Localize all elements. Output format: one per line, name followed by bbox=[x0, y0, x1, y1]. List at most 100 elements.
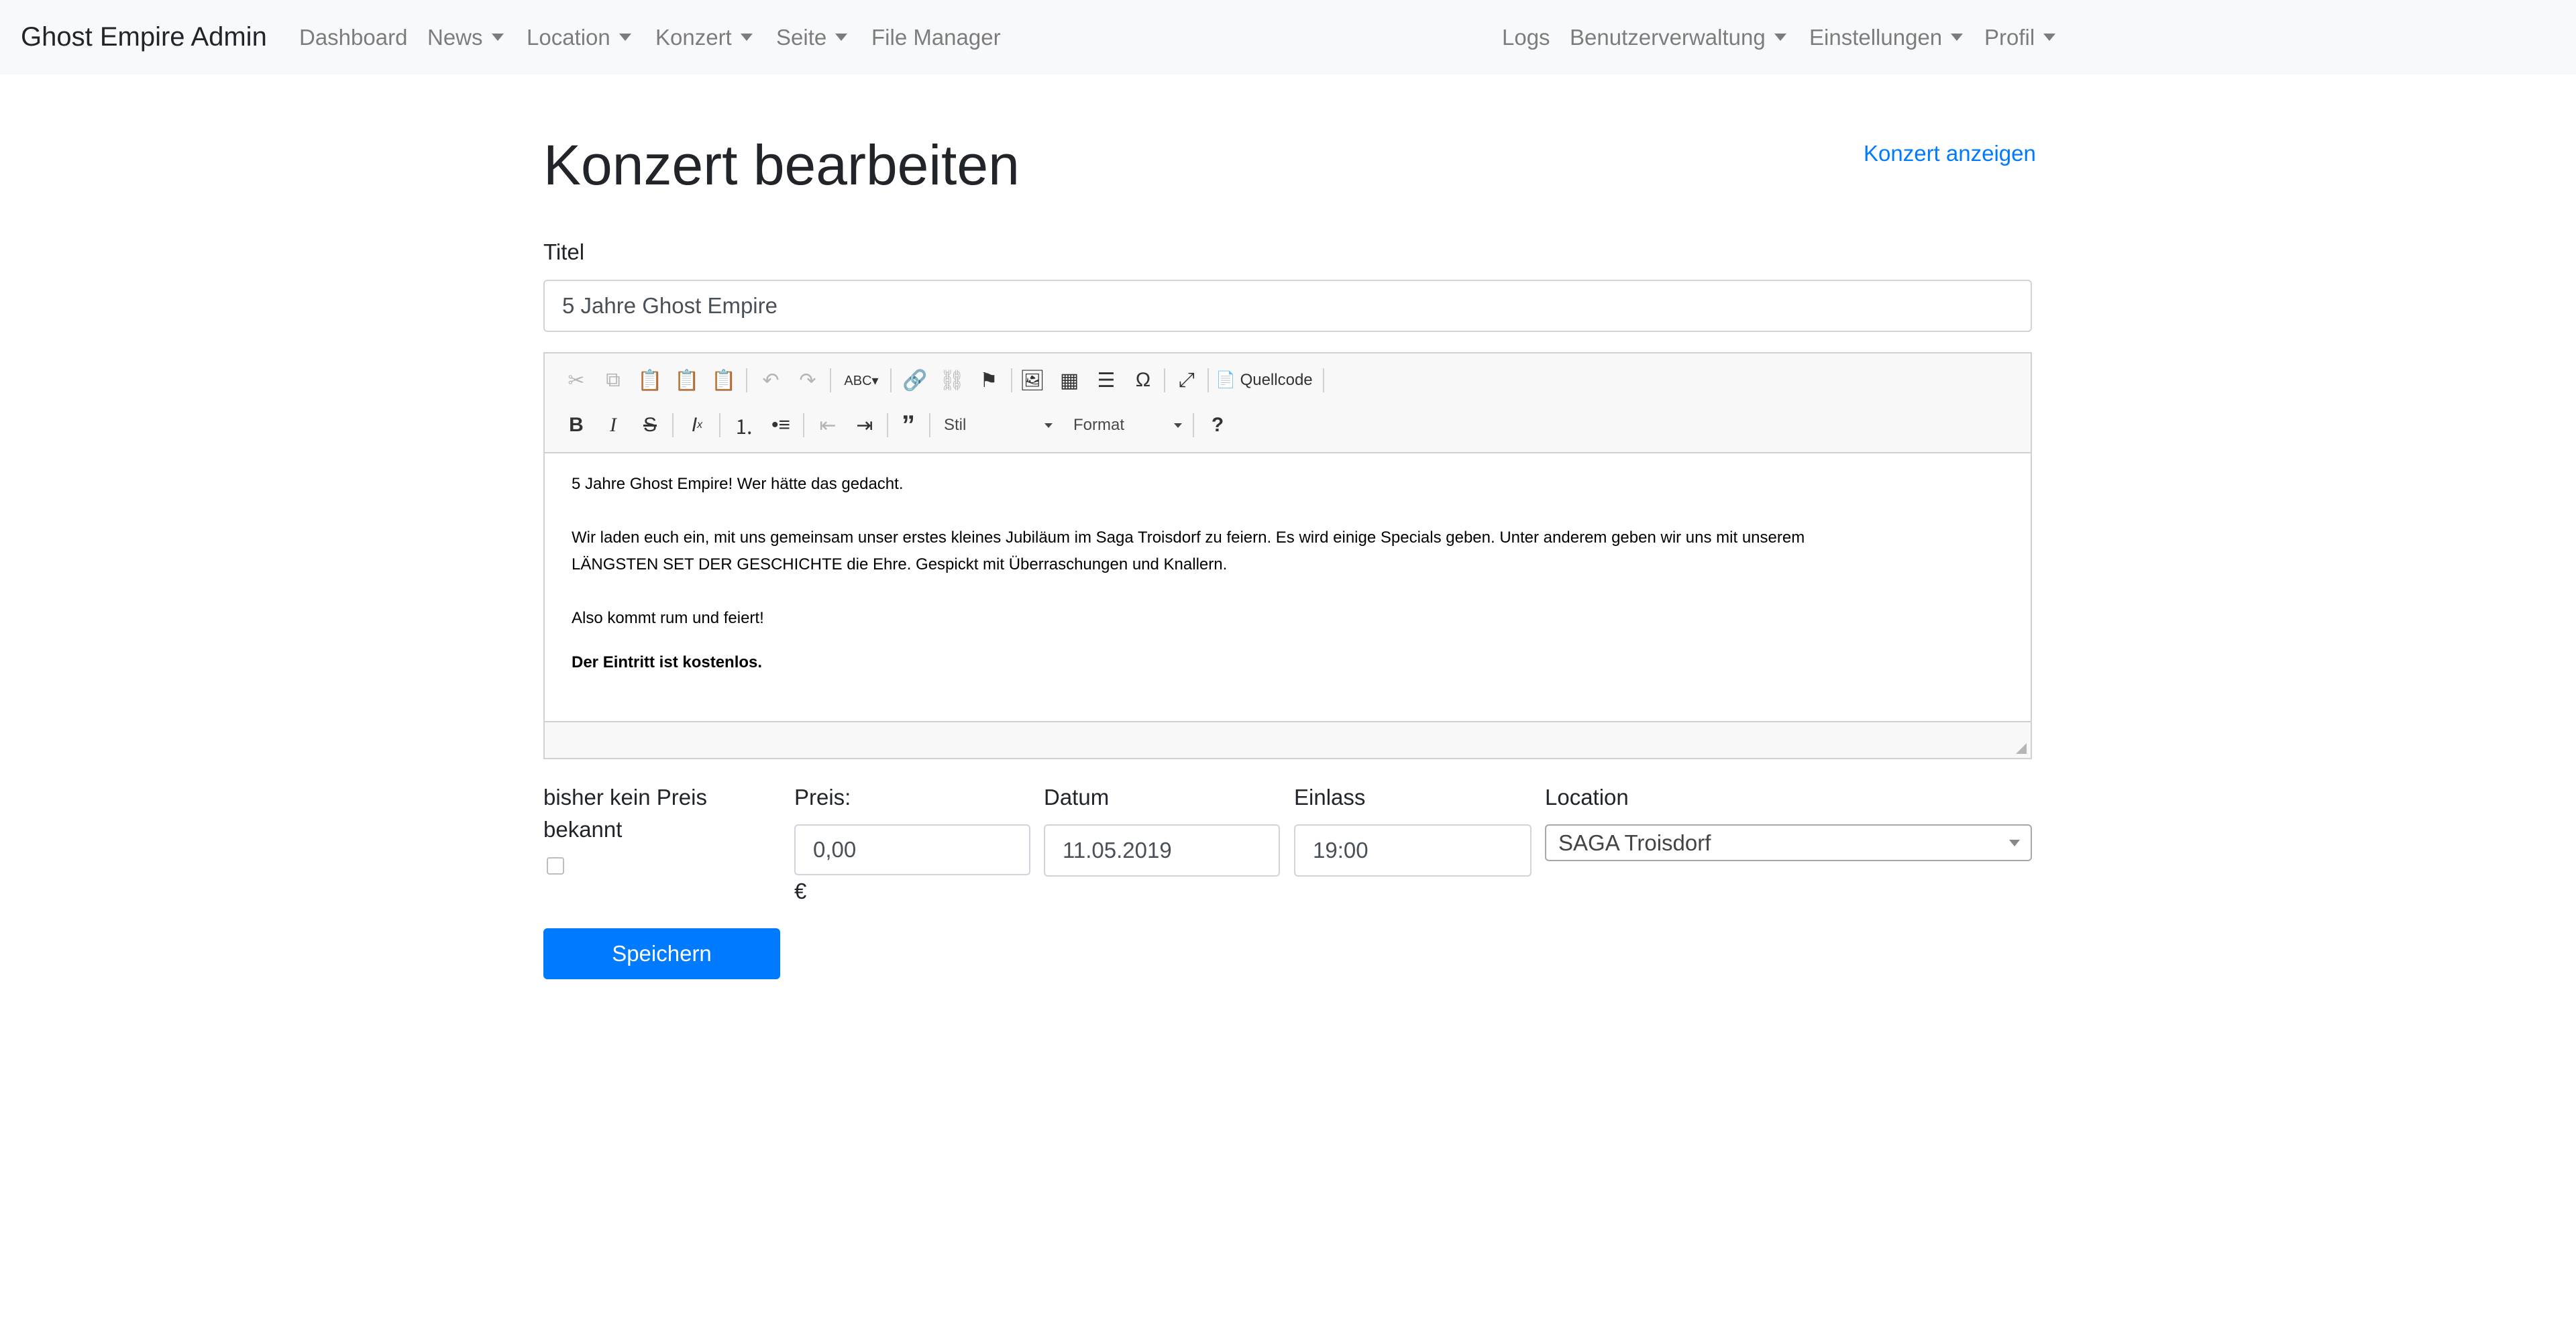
admission-time-input[interactable]: 19:00 bbox=[1294, 824, 1532, 877]
image-icon[interactable]: 🖼 bbox=[1016, 364, 1049, 397]
toolbar-separator bbox=[746, 368, 747, 392]
blockquote-icon[interactable]: ” bbox=[892, 408, 925, 442]
unlink-icon[interactable]: ⛓ bbox=[935, 364, 969, 397]
paste-word-icon[interactable]: 📋 bbox=[707, 364, 741, 397]
toolbar-separator bbox=[890, 368, 892, 392]
nav-dashboard[interactable]: Dashboard bbox=[299, 0, 407, 74]
nav-profil-dropdown[interactable]: Profil bbox=[1984, 0, 2056, 74]
no-price-checkbox[interactable] bbox=[547, 857, 564, 875]
editor-status-bar bbox=[545, 721, 2031, 758]
nav-location-label: Location bbox=[527, 25, 610, 50]
toolbar-separator bbox=[1323, 368, 1324, 392]
special-char-icon[interactable]: Ω bbox=[1126, 364, 1160, 397]
nav-file-manager[interactable]: File Manager bbox=[871, 0, 1001, 74]
nav-konzert-label: Konzert bbox=[655, 25, 732, 50]
nav-benutzerverwaltung-dropdown[interactable]: Benutzerverwaltung bbox=[1570, 0, 1786, 74]
nav-logs-label: Logs bbox=[1502, 25, 1550, 50]
toolbar-separator bbox=[719, 413, 720, 437]
numbered-list-icon[interactable]: ⒈ bbox=[727, 408, 761, 442]
style-dropdown[interactable]: Stil bbox=[937, 408, 1058, 442]
price-input[interactable]: 0,00 bbox=[794, 824, 1030, 875]
table-icon[interactable]: ▦ bbox=[1053, 364, 1086, 397]
date-input[interactable]: 11.05.2019 bbox=[1044, 824, 1280, 877]
chevron-down-icon bbox=[1174, 423, 1182, 428]
chevron-down-icon bbox=[2009, 840, 2020, 846]
nav-news-dropdown[interactable]: News bbox=[427, 0, 504, 74]
page-title: Konzert bearbeiten bbox=[543, 133, 1020, 197]
format-dropdown[interactable]: Format bbox=[1067, 408, 1187, 442]
toolbar-separator bbox=[672, 413, 674, 437]
price-label: Preis: bbox=[794, 785, 851, 810]
caret-down-icon bbox=[619, 33, 631, 41]
caret-down-icon bbox=[1774, 33, 1786, 41]
nav-konzert-dropdown[interactable]: Konzert bbox=[655, 0, 753, 74]
source-icon: 📄 bbox=[1216, 371, 1240, 389]
title-label: Titel bbox=[543, 239, 585, 264]
save-button[interactable]: Speichern bbox=[543, 928, 780, 979]
bold-icon[interactable]: B bbox=[559, 408, 593, 442]
italic-icon[interactable]: I bbox=[596, 408, 630, 442]
remove-format-icon[interactable]: Ix bbox=[680, 408, 714, 442]
no-price-label-continued: bekannt bbox=[543, 817, 623, 842]
help-icon[interactable]: ? bbox=[1201, 408, 1234, 442]
indent-icon[interactable]: ⇥ bbox=[848, 408, 881, 442]
rich-text-editor: ✂ ⧉ 📋 📋 📋 ↶ ↷ ABC▾ 🔗 ⛓ ⚑ 🖼 ▦ ☰ Ω ⤢ 📄 Que… bbox=[543, 352, 2032, 759]
caret-down-icon bbox=[835, 33, 848, 41]
nav-benutzerverwaltung-label: Benutzerverwaltung bbox=[1570, 25, 1766, 50]
chevron-down-icon bbox=[1044, 423, 1053, 428]
format-dropdown-label: Format bbox=[1073, 416, 1125, 434]
location-select-value: SAGA Troisdorf bbox=[1558, 830, 1711, 855]
caret-down-icon bbox=[1951, 33, 1964, 41]
toolbar-separator bbox=[830, 368, 831, 392]
resize-handle-icon[interactable] bbox=[2016, 743, 2027, 754]
nav-dashboard-label: Dashboard bbox=[299, 25, 408, 50]
paste-icon[interactable]: 📋 bbox=[633, 364, 667, 397]
source-label: Quellcode bbox=[1240, 371, 1313, 389]
link-icon[interactable]: 🔗 bbox=[898, 364, 932, 397]
editor-paragraph: LÄNGSTEN SET DER GESCHICHTE die Ehre. Ge… bbox=[572, 555, 1228, 573]
style-dropdown-label: Stil bbox=[944, 416, 967, 434]
brand-link[interactable]: Ghost Empire Admin bbox=[21, 0, 267, 74]
cut-icon[interactable]: ✂ bbox=[559, 364, 593, 397]
toolbar-separator bbox=[887, 413, 888, 437]
title-input[interactable]: 5 Jahre Ghost Empire bbox=[543, 280, 2032, 332]
editor-paragraph-bold: Der Eintritt ist kostenlos. bbox=[572, 653, 763, 671]
nav-file-manager-label: File Manager bbox=[871, 25, 1001, 50]
caret-down-icon bbox=[491, 33, 504, 41]
toolbar-separator bbox=[1164, 368, 1165, 392]
location-select[interactable]: SAGA Troisdorf bbox=[1545, 824, 2032, 861]
redo-icon[interactable]: ↷ bbox=[791, 364, 824, 397]
caret-down-icon bbox=[740, 33, 753, 41]
spellcheck-icon[interactable]: ABC▾ bbox=[838, 364, 885, 397]
outdent-icon[interactable]: ⇤ bbox=[811, 408, 845, 442]
no-price-label: bisher kein Preis bbox=[543, 785, 707, 810]
source-button[interactable]: 📄 Quellcode bbox=[1216, 364, 1313, 397]
horizontal-rule-icon[interactable]: ☰ bbox=[1089, 364, 1123, 397]
toolbar-separator bbox=[803, 413, 804, 437]
toolbar-separator bbox=[1208, 368, 1209, 392]
location-label: Location bbox=[1545, 785, 1629, 810]
caret-down-icon bbox=[2043, 33, 2056, 41]
nav-news-label: News bbox=[427, 25, 483, 50]
anchor-icon[interactable]: ⚑ bbox=[972, 364, 1006, 397]
nav-logs[interactable]: Logs bbox=[1502, 0, 1550, 74]
nav-profil-label: Profil bbox=[1984, 25, 2035, 50]
strike-icon[interactable]: S bbox=[633, 408, 667, 442]
editor-toolbar: ✂ ⧉ 📋 📋 📋 ↶ ↷ ABC▾ 🔗 ⛓ ⚑ 🖼 ▦ ☰ Ω ⤢ 📄 Que… bbox=[545, 353, 2031, 453]
maximize-icon[interactable]: ⤢ bbox=[1170, 364, 1203, 397]
editor-paragraph: Also kommt rum und feiert! bbox=[572, 609, 764, 627]
paste-text-icon[interactable]: 📋 bbox=[670, 364, 704, 397]
bulleted-list-icon[interactable]: •≡ bbox=[764, 408, 798, 442]
view-concert-link[interactable]: Konzert anzeigen bbox=[1864, 141, 2036, 166]
copy-icon[interactable]: ⧉ bbox=[596, 364, 630, 397]
toolbar-separator bbox=[1193, 413, 1194, 437]
nav-einstellungen-dropdown[interactable]: Einstellungen bbox=[1809, 0, 1964, 74]
nav-seite-label: Seite bbox=[776, 25, 827, 50]
nav-location-dropdown[interactable]: Location bbox=[527, 0, 631, 74]
editor-paragraph: 5 Jahre Ghost Empire! Wer hätte das geda… bbox=[572, 475, 904, 493]
currency-label: € bbox=[794, 879, 807, 903]
editor-paragraph: Wir laden euch ein, mit uns gemeinsam un… bbox=[572, 529, 1805, 547]
undo-icon[interactable]: ↶ bbox=[754, 364, 788, 397]
top-navbar: Ghost Empire Admin Dashboard News Locati… bbox=[0, 0, 2576, 74]
nav-seite-dropdown[interactable]: Seite bbox=[776, 0, 848, 74]
